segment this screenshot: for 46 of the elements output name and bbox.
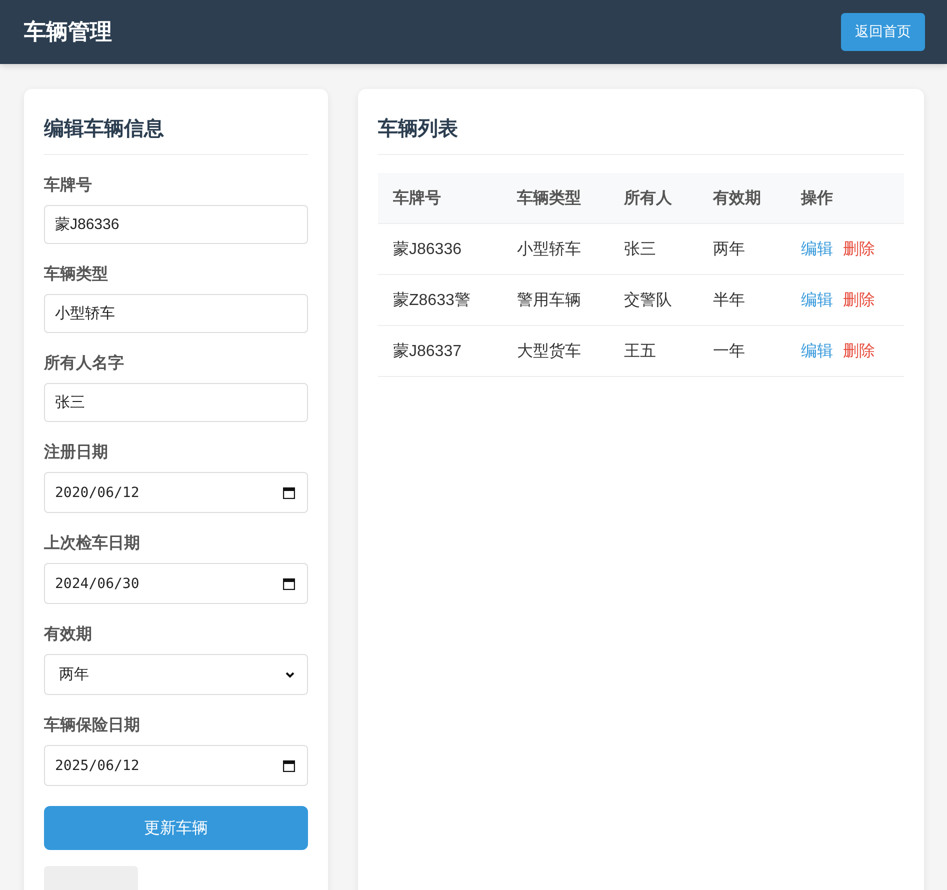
calendar-icon[interactable] bbox=[283, 578, 295, 590]
card-title: 编辑车辆信息 bbox=[44, 115, 308, 155]
column-header: 车辆类型 bbox=[502, 173, 609, 224]
chevron-down-icon[interactable] bbox=[285, 670, 295, 680]
table-cell: 半年 bbox=[698, 274, 786, 326]
field-label: 车牌号 bbox=[44, 175, 93, 196]
input-field[interactable]: 张三 bbox=[44, 383, 308, 422]
calendar-icon[interactable] bbox=[283, 760, 295, 772]
calendar-icon[interactable] bbox=[283, 486, 295, 498]
table-cell: 一年 bbox=[698, 326, 786, 376]
column-header: 有效期 bbox=[698, 173, 786, 224]
field-label: 有效期 bbox=[44, 624, 93, 645]
date-field[interactable]: 2024/06/30 bbox=[44, 563, 308, 604]
input-field[interactable]: 蒙J86336 bbox=[44, 205, 308, 244]
dropdown[interactable]: 两年 bbox=[44, 654, 308, 695]
column-header: 操作 bbox=[786, 173, 904, 224]
column-header: 所有人 bbox=[609, 173, 698, 224]
table-cell: 王五 bbox=[609, 326, 698, 376]
table-cell: 蒙J86336 bbox=[378, 224, 502, 274]
table-cell: 大型货车 bbox=[502, 326, 609, 376]
column-header: 车牌号 bbox=[378, 173, 502, 224]
table-cell: 警用车辆 bbox=[502, 274, 609, 326]
date-field[interactable]: 2025/06/12 bbox=[44, 745, 308, 786]
table-cell: 张三 bbox=[609, 224, 698, 274]
field-label: 上次检车日期 bbox=[44, 533, 141, 554]
field-label: 车辆类型 bbox=[44, 264, 109, 285]
delete-link[interactable]: 删除 bbox=[843, 240, 875, 258]
table-cell: 蒙Z8633警 bbox=[378, 274, 502, 326]
table-cell: 交警队 bbox=[609, 274, 698, 326]
update-button[interactable]: 更新车辆 bbox=[44, 806, 308, 850]
table-cell: 小型轿车 bbox=[502, 224, 609, 274]
table-cell: 蒙J86337 bbox=[378, 326, 502, 376]
field-label: 注册日期 bbox=[44, 442, 109, 463]
delete-link[interactable]: 删除 bbox=[843, 342, 875, 360]
edit-link[interactable]: 编辑 bbox=[801, 292, 833, 308]
app-title: 车辆管理 bbox=[24, 18, 112, 46]
edit-link[interactable]: 编辑 bbox=[801, 342, 833, 360]
delete-link[interactable]: 删除 bbox=[843, 292, 875, 308]
card-title: 车辆列表 bbox=[378, 115, 904, 155]
input-field[interactable]: 小型轿车 bbox=[44, 294, 308, 333]
field-label: 车辆保险日期 bbox=[44, 715, 141, 736]
home-button[interactable]: 返回首页 bbox=[841, 13, 925, 51]
date-field[interactable]: 2020/06/12 bbox=[44, 472, 308, 513]
field-label: 所有人名字 bbox=[44, 353, 125, 374]
edit-link[interactable]: 编辑 bbox=[801, 240, 833, 258]
table-cell: 两年 bbox=[698, 224, 786, 274]
